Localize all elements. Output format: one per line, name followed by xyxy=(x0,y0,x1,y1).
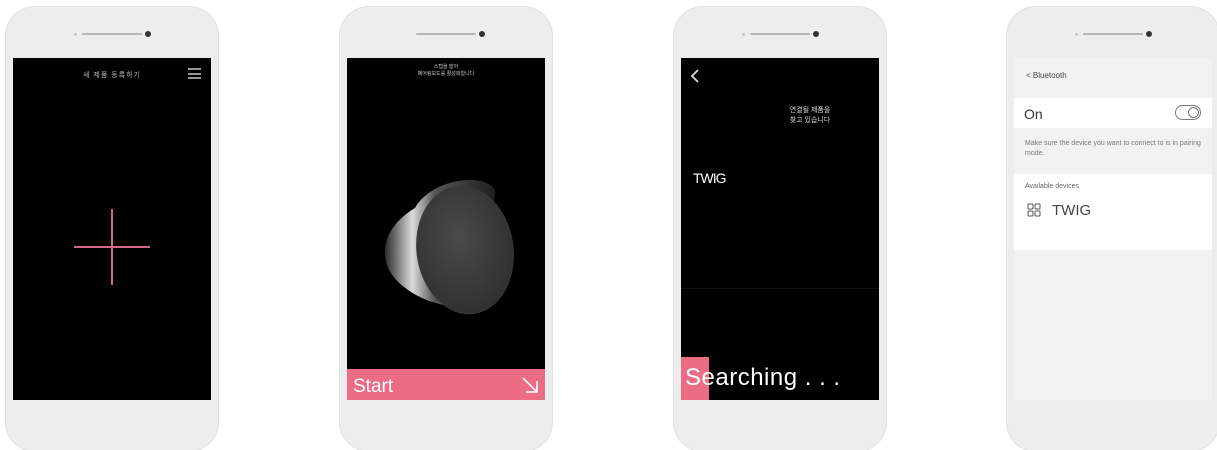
device-knob-image xyxy=(384,179,514,315)
camera-dot xyxy=(145,31,151,37)
device-name: TWIG xyxy=(1052,202,1092,219)
camera-dot xyxy=(479,31,485,37)
searching-screen: 연결될 제품을 찾고 있습니다 TWIG Searching . . . xyxy=(681,58,879,400)
camera-dot xyxy=(1146,31,1152,37)
camera-dot xyxy=(813,31,819,37)
bluetooth-toggle-row: On xyxy=(1014,98,1212,128)
arrow-down-right-icon xyxy=(522,377,538,393)
chevron-left-icon[interactable] xyxy=(690,68,700,84)
speaker xyxy=(416,33,476,35)
pairing-screen: 스텝을 밟아 페어링모드를 활성화합니다 Start xyxy=(347,58,545,400)
instruction-text: 스텝을 밟아 페어링모드를 활성화합니다 xyxy=(417,64,475,77)
sensor-dot xyxy=(1075,33,1078,36)
bluetooth-screen: < Bluetooth On Make sure the device you … xyxy=(1014,58,1212,400)
start-button[interactable]: Start xyxy=(347,369,545,400)
bluetooth-toggle[interactable] xyxy=(1175,105,1201,120)
register-screen: 새 제품 등록하기 xyxy=(13,58,211,400)
hamburger-menu-icon[interactable] xyxy=(188,68,201,79)
toggle-knob xyxy=(1188,107,1199,118)
back-button[interactable]: < Bluetooth xyxy=(1026,71,1067,80)
phone-searching: 연결될 제품을 찾고 있습니다 TWIG Searching . . . xyxy=(673,6,887,450)
searching-label: Searching . . . xyxy=(685,364,841,391)
phone-bluetooth: < Bluetooth On Make sure the device you … xyxy=(1006,6,1217,450)
phone-pairing: 스텝을 밟아 페어링모드를 활성화합니다 Start xyxy=(339,6,553,450)
speaker xyxy=(750,33,810,35)
speaker xyxy=(1083,33,1143,35)
start-label: Start xyxy=(353,376,394,397)
page-title: 새 제품 등록하기 xyxy=(83,72,141,79)
toggle-label: On xyxy=(1024,106,1043,122)
speaker xyxy=(82,33,142,35)
found-device-name[interactable]: TWIG xyxy=(693,170,727,186)
available-devices-label: Available devices xyxy=(1025,183,1079,190)
sensor-dot xyxy=(742,33,745,36)
phone-register: 새 제품 등록하기 xyxy=(5,6,219,450)
search-status-text: 연결될 제품을 찾고 있습니다 xyxy=(789,107,831,124)
sensor-dot xyxy=(74,33,77,36)
available-devices-section: Available devices TWIG xyxy=(1014,174,1212,250)
device-grid-icon xyxy=(1027,203,1041,217)
help-text: Make sure the device you want to connect… xyxy=(1025,140,1201,157)
